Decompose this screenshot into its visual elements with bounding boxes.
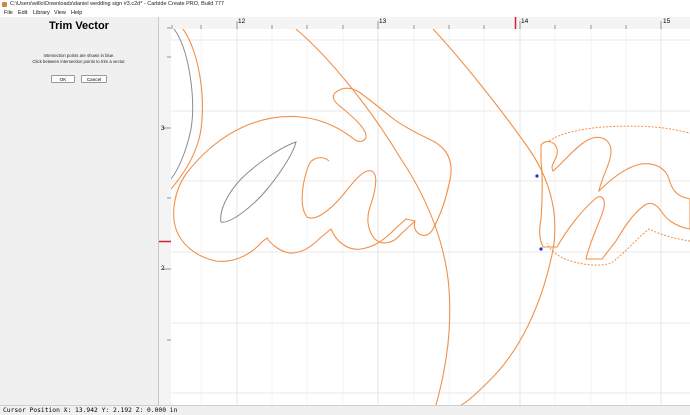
intersection-point[interactable] [539, 247, 543, 251]
horizontal-ruler-label-12: 12 [238, 18, 246, 25]
left-outer-arc-vector[interactable] [171, 29, 204, 190]
vertical-ruler-label-3: 3 [161, 125, 165, 132]
panel-heading: Trim Vector [49, 20, 109, 32]
horizontal-ruler-label-13: 13 [379, 18, 387, 25]
letter-m-offset-vector[interactable] [546, 125, 690, 266]
title-bar: C:\Users\willo\Downloads\daniel wedding … [0, 0, 690, 9]
horizontal-ruler-ticks [171, 17, 662, 29]
cancel-button[interactable]: Cancel [81, 75, 107, 83]
horizontal-ruler-label-15: 15 [663, 18, 671, 25]
panel-info-line1: Intersection points are shown in blue. [43, 53, 115, 58]
trim-vector-panel: Trim Vector Intersection points are show… [0, 17, 159, 405]
ok-button[interactable]: OK [51, 75, 75, 83]
menu-help[interactable]: Help [71, 9, 82, 17]
window-title: C:\Users\willo\Downloads\daniel wedding … [10, 1, 224, 7]
menu-library[interactable]: Library [33, 9, 50, 17]
panel-info-line2: Click between intersection points to tri… [32, 59, 126, 64]
vertical-ruler-label-2: 2 [161, 265, 165, 272]
letter-an-outline-vector[interactable] [173, 87, 452, 262]
gray-counter-vector[interactable] [220, 141, 297, 223]
canvas-drawing[interactable] [171, 29, 690, 405]
crossing-curve-vector[interactable] [432, 29, 556, 405]
horizontal-ruler-label-14: 14 [521, 18, 529, 25]
canvas-grid [171, 29, 690, 405]
menu-bar: File Edit Library View Help [0, 9, 690, 17]
menu-edit[interactable]: Edit [18, 9, 27, 17]
menu-view[interactable]: View [54, 9, 66, 17]
vertical-ruler-ticks [159, 27, 171, 341]
intersection-point[interactable] [535, 174, 539, 178]
menu-file[interactable]: File [4, 9, 13, 17]
gray-arc-vector[interactable] [171, 29, 194, 180]
letter-m-outline-vector[interactable] [539, 136, 690, 260]
swash-arc-vector[interactable] [295, 29, 451, 405]
app-icon [2, 2, 7, 7]
design-canvas[interactable] [171, 29, 690, 405]
